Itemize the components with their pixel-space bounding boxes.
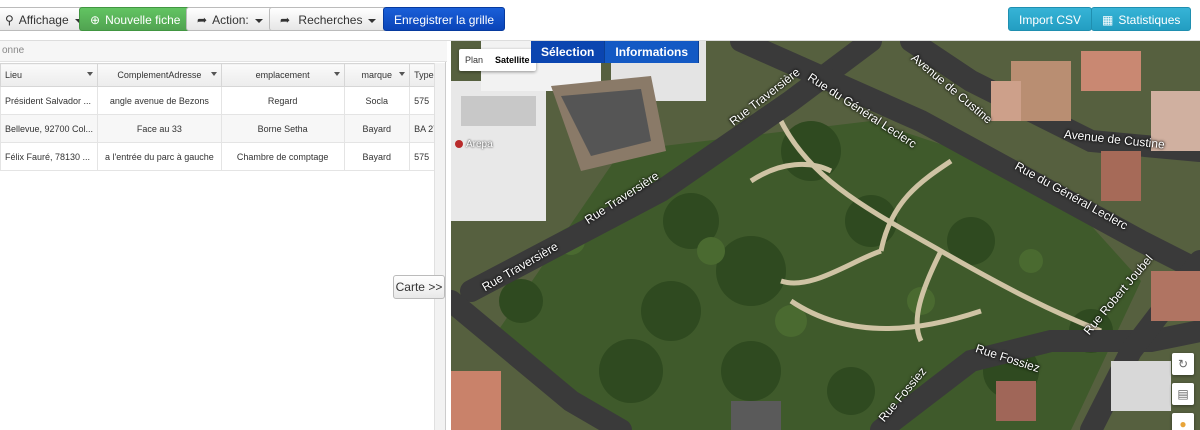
- poi-label: Arepa: [466, 139, 493, 150]
- column-label: marque: [361, 70, 393, 80]
- column-label: ComplementAdresse: [117, 70, 202, 80]
- data-grid: onne Lieu ComplementAdresse emplacement …: [0, 41, 447, 430]
- cell-lieu: Bellevue, 92700 Col...: [0, 114, 99, 143]
- column-label: emplacement: [255, 70, 310, 80]
- action-label: Action:: [212, 13, 249, 27]
- cell-marque: Bayard: [343, 142, 411, 171]
- share-arrow-icon: ➦: [197, 13, 208, 27]
- cell-lieu: Félix Fauré, 78130 ...: [0, 142, 99, 171]
- cell-complementadresse: Face au 33: [97, 114, 222, 143]
- tab-informations[interactable]: Informations: [605, 41, 700, 63]
- map-tabbar: Sélection Informations: [531, 41, 700, 63]
- column-header-marque[interactable]: marque: [343, 63, 411, 87]
- column-header-lieu[interactable]: Lieu: [0, 63, 99, 87]
- cell-emplacement: Chambre de comptage: [220, 142, 345, 171]
- column-header-emplacement[interactable]: emplacement: [220, 63, 345, 87]
- place-marker-icon: [455, 140, 463, 149]
- share-arrow-icon: ➦: [280, 13, 291, 27]
- enregistrer-grille-button[interactable]: Enregistrer la grille: [383, 7, 506, 31]
- table-row[interactable]: Président Salvador ... angle avenue de B…: [0, 86, 445, 115]
- map-imagery: [451, 41, 1200, 430]
- enregistrer-label: Enregistrer la grille: [394, 13, 495, 27]
- column-menu-icon[interactable]: [399, 72, 406, 76]
- column-label: Lieu: [5, 70, 23, 80]
- column-label: Type: [414, 70, 434, 80]
- satellite-map[interactable]: Plan Satellite Sélection Informations Ar…: [451, 41, 1200, 430]
- tab-selection[interactable]: Sélection: [531, 41, 606, 63]
- group-by-label: onne: [0, 41, 447, 62]
- chart-icon: ▦: [1102, 13, 1114, 27]
- nouvelle-fiche-button[interactable]: ⊕ Nouvelle fiche: [79, 7, 192, 31]
- cell-marque: Bayard: [343, 114, 411, 143]
- cell-lieu: Président Salvador ...: [0, 86, 99, 115]
- statistiques-label: Statistiques: [1118, 13, 1181, 27]
- column-menu-icon[interactable]: [87, 72, 94, 76]
- vertical-scrollbar[interactable]: [434, 63, 445, 430]
- affichage-label: Affichage: [18, 13, 69, 27]
- nouvelle-fiche-label: Nouvelle fiche: [105, 13, 181, 27]
- cell-marque: Socla: [343, 86, 411, 115]
- recherches-dropdown[interactable]: ➦ Recherches: [269, 7, 388, 31]
- chevron-down-icon: [254, 18, 263, 23]
- plus-circle-icon: ⊕: [90, 13, 101, 27]
- search-icon: ⚲: [5, 13, 14, 27]
- table-row[interactable]: Félix Fauré, 78130 ... a l'entrée du par…: [0, 142, 445, 171]
- column-menu-icon[interactable]: [210, 72, 217, 76]
- rotate-icon[interactable]: ↻: [1172, 353, 1194, 375]
- poi-marker[interactable]: Arepa: [455, 139, 493, 150]
- cell-emplacement: Borne Setha: [220, 114, 345, 143]
- data-table: Lieu ComplementAdresse emplacement marqu…: [0, 63, 445, 171]
- pegman-icon[interactable]: ●: [1172, 413, 1194, 430]
- tilt-icon[interactable]: ▤: [1172, 383, 1194, 405]
- column-header-complementadresse[interactable]: ComplementAdresse: [97, 63, 222, 87]
- import-csv-button[interactable]: Import CSV: [1008, 7, 1093, 31]
- table-header-row: Lieu ComplementAdresse emplacement marqu…: [0, 63, 445, 87]
- column-menu-icon[interactable]: [333, 72, 340, 76]
- recherches-label: Recherches: [298, 13, 363, 27]
- import-csv-label: Import CSV: [1019, 13, 1082, 27]
- statistiques-button[interactable]: ▦ Statistiques: [1091, 7, 1192, 31]
- table-row[interactable]: Bellevue, 92700 Col... Face au 33 Borne …: [0, 114, 445, 143]
- cell-complementadresse: a l'entrée du parc à gauche: [97, 142, 222, 171]
- carte-toggle-button[interactable]: Carte >>: [393, 275, 445, 299]
- map-type-control: Plan Satellite: [459, 49, 536, 71]
- chevron-down-icon: [368, 18, 377, 23]
- cell-complementadresse: angle avenue de Bezons: [97, 86, 222, 115]
- map-type-plan[interactable]: Plan: [459, 49, 489, 71]
- toolbar: ⚲ Affichage ⊕ Nouvelle fiche ➦ Action: ➦ Re…: [0, 0, 1200, 41]
- action-dropdown[interactable]: ➦ Action:: [186, 7, 274, 31]
- cell-emplacement: Regard: [220, 86, 345, 115]
- map-type-satellite[interactable]: Satellite: [489, 49, 536, 71]
